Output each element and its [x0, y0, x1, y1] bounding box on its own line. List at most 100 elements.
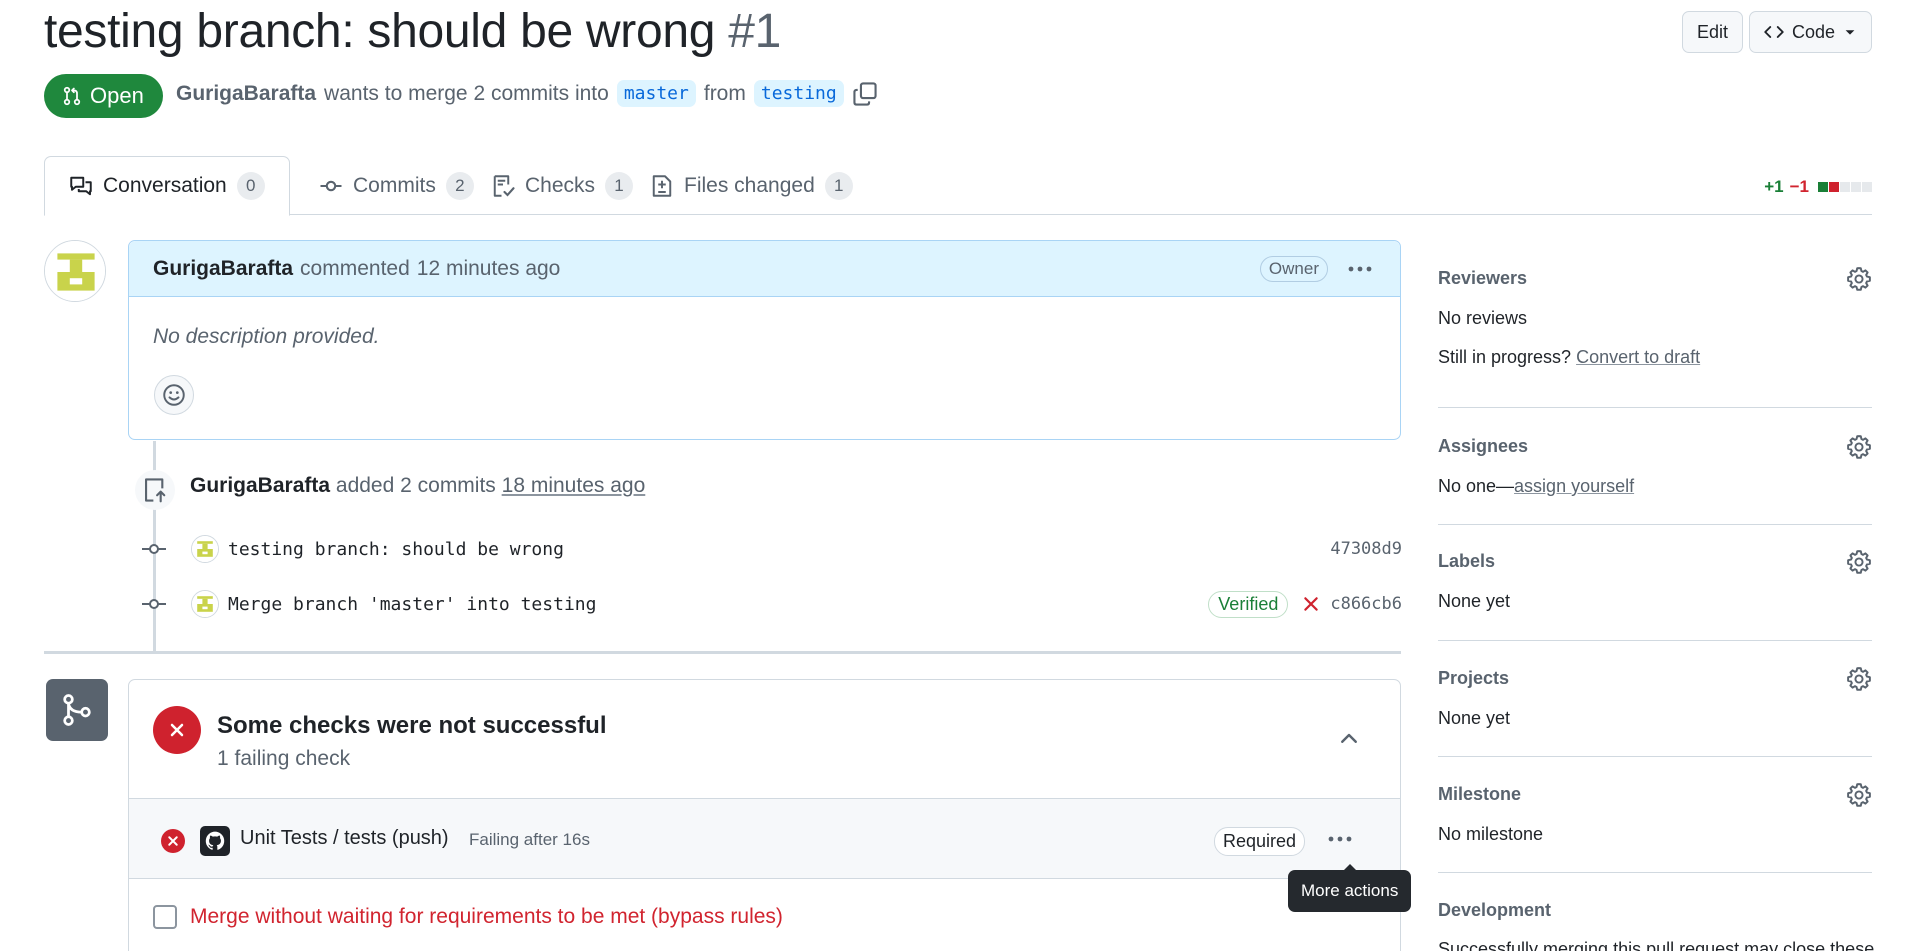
- edit-button[interactable]: Edit: [1681, 11, 1743, 53]
- pr-merge-text: wants to merge 2 commits into: [324, 81, 609, 105]
- copy-icon[interactable]: [852, 81, 878, 107]
- pr-state-badge: Open: [44, 74, 163, 118]
- x-circle-fill-icon: [161, 829, 185, 853]
- pr-number: #1: [728, 5, 781, 58]
- tab-files-changed-count: 1: [824, 172, 853, 200]
- tab-conversation-label: Conversation: [103, 174, 227, 197]
- sidebar-reviewers-title[interactable]: Reviewers: [1438, 268, 1527, 289]
- checklist-icon: [491, 174, 515, 198]
- check-detail: Failing after 16s: [469, 830, 590, 849]
- checks-title: Some checks were not successful: [217, 712, 607, 739]
- comment-action: commented: [300, 256, 410, 280]
- no-assignee-text: No one—: [1438, 476, 1515, 496]
- tab-conversation[interactable]: Conversation 0: [44, 156, 290, 216]
- commit-sha-link[interactable]: c866cb6: [1330, 594, 1402, 614]
- sidebar-milestone-title[interactable]: Milestone: [1438, 784, 1521, 805]
- commit-row: Merge branch 'master' into testing Verif…: [140, 584, 1402, 624]
- header-actions: Edit Code: [1681, 11, 1872, 53]
- check-row: Unit Tests / tests (push) Failing after …: [129, 799, 1400, 879]
- sidebar-assignees-title[interactable]: Assignees: [1438, 436, 1528, 457]
- push-event-author[interactable]: GurigaBarafta: [190, 474, 330, 497]
- git-merge-badge: [46, 679, 108, 741]
- git-commit-icon: [140, 595, 168, 613]
- diffstat-block: [1840, 182, 1850, 192]
- tab-conversation-count: 0: [236, 172, 265, 200]
- commit-avatar[interactable]: [191, 535, 219, 563]
- gear-icon[interactable]: [1846, 782, 1872, 808]
- pr-title: testing branch: should be wrong #1: [44, 4, 781, 59]
- sidebar-projects: Projects None yet: [1438, 641, 1872, 757]
- comment-box: GurigaBarafta commented 12 minutes ago O…: [128, 240, 1401, 440]
- checks-subtitle: 1 failing check: [217, 747, 351, 770]
- sidebar-reviewers-value: No reviews: [1438, 308, 1528, 328]
- sidebar-projects-title[interactable]: Projects: [1438, 668, 1509, 689]
- add-reaction-button[interactable]: [154, 375, 194, 415]
- pr-from-text: from: [703, 81, 746, 105]
- sidebar-projects-value: None yet: [1438, 708, 1511, 728]
- timeline-divider: [44, 651, 1401, 654]
- chevron-up-icon[interactable]: [1337, 726, 1361, 750]
- sidebar: Reviewers No reviews Still in progress? …: [1438, 240, 1875, 951]
- comment-author[interactable]: GurigaBarafta: [153, 257, 293, 281]
- commit-sha-link[interactable]: 47308d9: [1330, 539, 1402, 559]
- git-merge-icon: [60, 693, 94, 727]
- convert-to-draft-link[interactable]: Convert to draft: [1576, 347, 1700, 367]
- diffstat-blocks: [1817, 182, 1872, 192]
- diffstat-block: [1829, 182, 1839, 192]
- edit-button-label: Edit: [1696, 21, 1728, 42]
- code-button[interactable]: Code: [1748, 11, 1872, 53]
- commit-avatar[interactable]: [191, 590, 219, 618]
- push-event-time[interactable]: 18 minutes ago: [502, 474, 646, 497]
- sidebar-development-title[interactable]: Development: [1438, 900, 1551, 921]
- bypass-rules-option: Merge without waiting for requirements t…: [153, 905, 783, 929]
- commit-message-link[interactable]: testing branch: should be wrong: [228, 539, 564, 560]
- smiley-icon: [162, 383, 186, 407]
- sidebar-reviewers: Reviewers No reviews Still in progress? …: [1438, 240, 1872, 408]
- sidebar-assignees: Assignees No one—assign yourself: [1438, 408, 1872, 525]
- diffstat: +1 −1: [1764, 177, 1872, 197]
- kebab-horizontal-icon[interactable]: [1324, 829, 1356, 849]
- sidebar-milestone-value: No milestone: [1438, 824, 1544, 844]
- merge-box: Some checks were not successful 1 failin…: [128, 679, 1401, 951]
- repo-push-icon: [142, 477, 168, 503]
- sidebar-development: Development Successfully merging this pu…: [1438, 873, 1875, 951]
- x-icon[interactable]: [1302, 595, 1320, 613]
- sidebar-development-value: Successfully merging this pull request m…: [1438, 939, 1875, 951]
- gear-icon[interactable]: [1846, 666, 1872, 692]
- tab-files-changed[interactable]: Files changed 1: [626, 156, 877, 216]
- tab-files-changed-label: Files changed: [684, 174, 815, 197]
- verified-badge[interactable]: Verified: [1208, 590, 1289, 618]
- sidebar-labels-title[interactable]: Labels: [1438, 551, 1495, 572]
- pr-meta: GurigaBarafta wants to merge 2 commits i…: [176, 80, 878, 107]
- bypass-label[interactable]: Merge without waiting for requirements t…: [190, 905, 783, 929]
- check-name-link[interactable]: Unit Tests / tests (push): [240, 827, 449, 850]
- gear-icon[interactable]: [1846, 549, 1872, 575]
- repo-push-badge: [135, 470, 175, 510]
- comment-header: GurigaBarafta commented 12 minutes ago O…: [129, 241, 1400, 297]
- code-button-label: Code: [1791, 21, 1835, 42]
- checks-summary[interactable]: Some checks were not successful 1 failin…: [129, 680, 1400, 799]
- push-event-action: added 2 commits: [335, 474, 496, 497]
- head-branch[interactable]: testing: [753, 80, 844, 107]
- pr-tabs: Conversation 0 Commits 2 Checks 1 Files …: [44, 156, 1872, 216]
- commit-message-link[interactable]: Merge branch 'master' into testing: [228, 594, 596, 615]
- comment-time[interactable]: 12 minutes ago: [417, 257, 561, 281]
- kebab-horizontal-icon[interactable]: [1344, 259, 1376, 279]
- x-circle-icon: [153, 706, 201, 754]
- pr-author-link[interactable]: GurigaBarafta: [176, 82, 316, 106]
- bypass-checkbox[interactable]: [153, 905, 177, 929]
- diffstat-deletions: −1: [1789, 177, 1809, 196]
- diffstat-block: [1851, 182, 1861, 192]
- gear-icon[interactable]: [1846, 266, 1872, 292]
- required-badge: Required: [1214, 827, 1306, 856]
- diffstat-block: [1818, 182, 1828, 192]
- gear-icon[interactable]: [1846, 434, 1872, 460]
- owner-badge: Owner: [1259, 255, 1328, 282]
- assign-yourself-link[interactable]: assign yourself: [1514, 476, 1634, 496]
- code-icon: [1764, 22, 1784, 42]
- base-branch[interactable]: master: [616, 80, 696, 107]
- sidebar-assignees-value: No one—assign yourself: [1438, 476, 1634, 497]
- git-commit-icon: [140, 540, 168, 558]
- avatar[interactable]: [44, 240, 106, 302]
- sidebar-labels-value: None yet: [1438, 591, 1511, 611]
